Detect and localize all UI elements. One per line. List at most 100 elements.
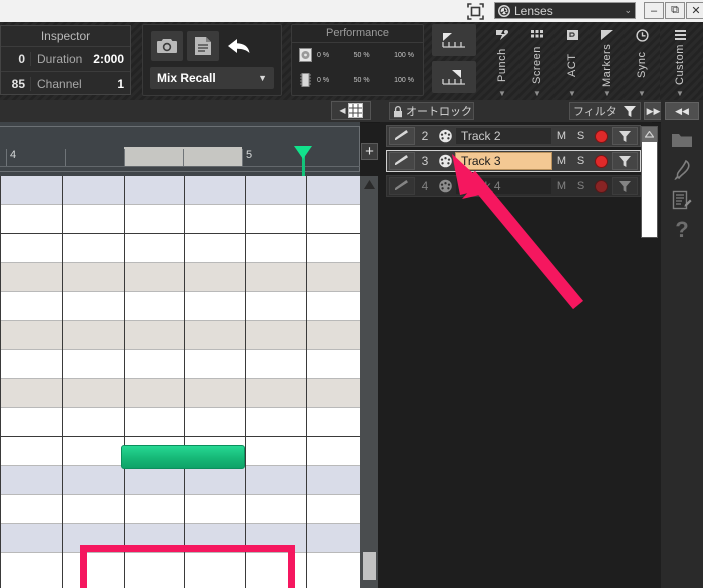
- fade-out-button[interactable]: [432, 61, 476, 93]
- mix-recall-panel: Mix Recall ▼: [142, 24, 282, 96]
- track-row[interactable]: 3 Track 3MS: [386, 150, 641, 172]
- cpu-scale-0: 0 %: [317, 76, 330, 84]
- track-number: 2: [421, 129, 429, 143]
- track-pencil-button[interactable]: [389, 127, 415, 145]
- funnel-icon: [623, 105, 637, 118]
- track-list-scrollbar[interactable]: [641, 126, 658, 238]
- playhead-marker[interactable]: [294, 146, 312, 159]
- track-mute-button[interactable]: M: [552, 180, 571, 192]
- chevron-left-icon: ◀: [339, 106, 346, 115]
- track-solo-button[interactable]: S: [571, 180, 590, 192]
- track-filter-button[interactable]: [612, 152, 638, 170]
- inspector-row-channel[interactable]: 85 Channel 1: [1, 72, 130, 96]
- cpu-meter: 0 % 50 % 100 %: [292, 68, 423, 93]
- lock-icon: [393, 105, 403, 118]
- ruler-tick: [65, 149, 66, 166]
- track-filter-button[interactable]: [612, 177, 638, 195]
- disk-scale-50: 50 %: [353, 51, 370, 59]
- chevron-down-icon: ▼: [533, 89, 541, 98]
- close-button[interactable]: ✕: [686, 2, 703, 19]
- track-solo-button[interactable]: S: [571, 130, 590, 142]
- undo-button[interactable]: [223, 31, 255, 61]
- piano-roll-scroll-thumb-area[interactable]: [360, 520, 378, 588]
- cpu-scale-100: 100 %: [394, 76, 414, 84]
- track-mute-button[interactable]: M: [552, 130, 571, 142]
- snapshot-camera-button[interactable]: [151, 31, 183, 61]
- track-record-button[interactable]: [590, 179, 612, 193]
- add-track-button[interactable]: +: [361, 143, 378, 160]
- ruler-tick-label: 5: [246, 149, 253, 161]
- track-row[interactable]: 4 Track 4MS: [386, 175, 641, 197]
- fade-in-button[interactable]: [432, 24, 476, 56]
- chevron-down-icon: ⌄: [624, 5, 632, 15]
- inspector-panel: Inspector 0 Duration 2:000 85 Channel 1: [0, 25, 131, 95]
- track-name-field[interactable]: Track 2: [455, 127, 552, 145]
- track-pencil-button[interactable]: [389, 152, 415, 170]
- folder-icon[interactable]: [670, 128, 694, 152]
- ruler-baseline: [0, 166, 360, 167]
- mix-recall-label: Mix Recall: [157, 71, 216, 85]
- disk-scale-0: 0 %: [317, 51, 330, 59]
- track-name-field[interactable]: Track 4: [455, 177, 552, 195]
- chevron-down-icon: ▼: [498, 89, 506, 98]
- tab-sync[interactable]: Sync ▼: [624, 22, 660, 100]
- track-filter-button[interactable]: [612, 127, 638, 145]
- scroll-up-arrow-icon[interactable]: [360, 176, 378, 192]
- tab-act[interactable]: ACT ▼: [554, 22, 590, 100]
- track-name-field[interactable]: Track 3: [455, 152, 552, 170]
- track-pencil-button[interactable]: [389, 177, 415, 195]
- mix-recall-dropdown[interactable]: Mix Recall ▼: [150, 67, 274, 89]
- fade-out-icon: [442, 70, 465, 85]
- aperture-icon: [498, 4, 510, 17]
- auto-lock-button[interactable]: オートロック: [389, 102, 474, 120]
- notes-edit-icon[interactable]: [670, 188, 694, 212]
- tab-custom[interactable]: Custom ▼: [662, 22, 698, 100]
- track-number: 3: [421, 154, 429, 168]
- brush-icon[interactable]: [670, 158, 694, 182]
- tab-punch-label: Punch: [496, 48, 508, 82]
- track-mute-button[interactable]: M: [552, 155, 571, 167]
- timeline-ruler[interactable]: 45: [0, 126, 360, 179]
- ruler-tick: [183, 149, 184, 166]
- inspector-duration-label: Duration: [30, 52, 93, 66]
- midi-note[interactable]: [121, 445, 245, 469]
- sliders-icon: [674, 28, 687, 42]
- scroll-up-arrow-icon[interactable]: [642, 127, 657, 142]
- inspector-row-duration[interactable]: 0 Duration 2:000: [1, 47, 130, 72]
- track-solo-button[interactable]: S: [571, 155, 590, 167]
- midi-icon: [435, 129, 455, 143]
- maximize-button[interactable]: ⧉: [665, 2, 685, 19]
- fade-tool-group: [432, 24, 480, 96]
- track-row[interactable]: 2 Track 2MS: [386, 125, 641, 147]
- screensets-icon: [530, 28, 544, 42]
- track-record-button[interactable]: [590, 154, 612, 168]
- document-button[interactable]: [187, 31, 219, 61]
- lenses-dropdown[interactable]: Lenses ⌄: [494, 2, 636, 19]
- scroll-thumb[interactable]: [363, 552, 376, 580]
- record-dot-icon: [594, 179, 608, 193]
- tab-sync-label: Sync: [636, 51, 648, 79]
- cpu-scale-50: 50 %: [353, 76, 370, 84]
- tab-punch[interactable]: Punch ▼: [484, 22, 520, 100]
- document-icon: [195, 37, 211, 55]
- filter-label: フィルタ: [573, 106, 617, 118]
- piano-roll-bottom-gutter: [0, 520, 360, 588]
- ruler-tick: [242, 149, 243, 166]
- midi-icon: [435, 154, 455, 168]
- auto-lock-label: オートロック: [406, 106, 472, 118]
- tab-screen[interactable]: Screen ▼: [519, 22, 555, 100]
- filter-dropdown[interactable]: フィルタ: [569, 102, 641, 120]
- rail-collapse-button[interactable]: ◀◀: [665, 102, 699, 120]
- cpu-chip-icon: [299, 73, 312, 88]
- minimize-button[interactable]: –: [644, 2, 664, 19]
- frame-select-icon[interactable]: [462, 2, 488, 20]
- inspector-channel-label: Channel: [30, 77, 117, 91]
- snap-grid-button[interactable]: ◀: [331, 101, 371, 120]
- track-record-button[interactable]: [590, 129, 612, 143]
- record-dot-icon: [594, 154, 608, 168]
- help-question-icon[interactable]: ?: [670, 217, 694, 242]
- track-list-panel: 2 Track 2 M S 3 Track 3 M S 4 Track 4MS: [380, 122, 652, 588]
- performance-title: Performance: [292, 25, 423, 43]
- tab-markers[interactable]: Markers ▼: [589, 22, 625, 100]
- chevron-down-icon: ▼: [676, 89, 684, 98]
